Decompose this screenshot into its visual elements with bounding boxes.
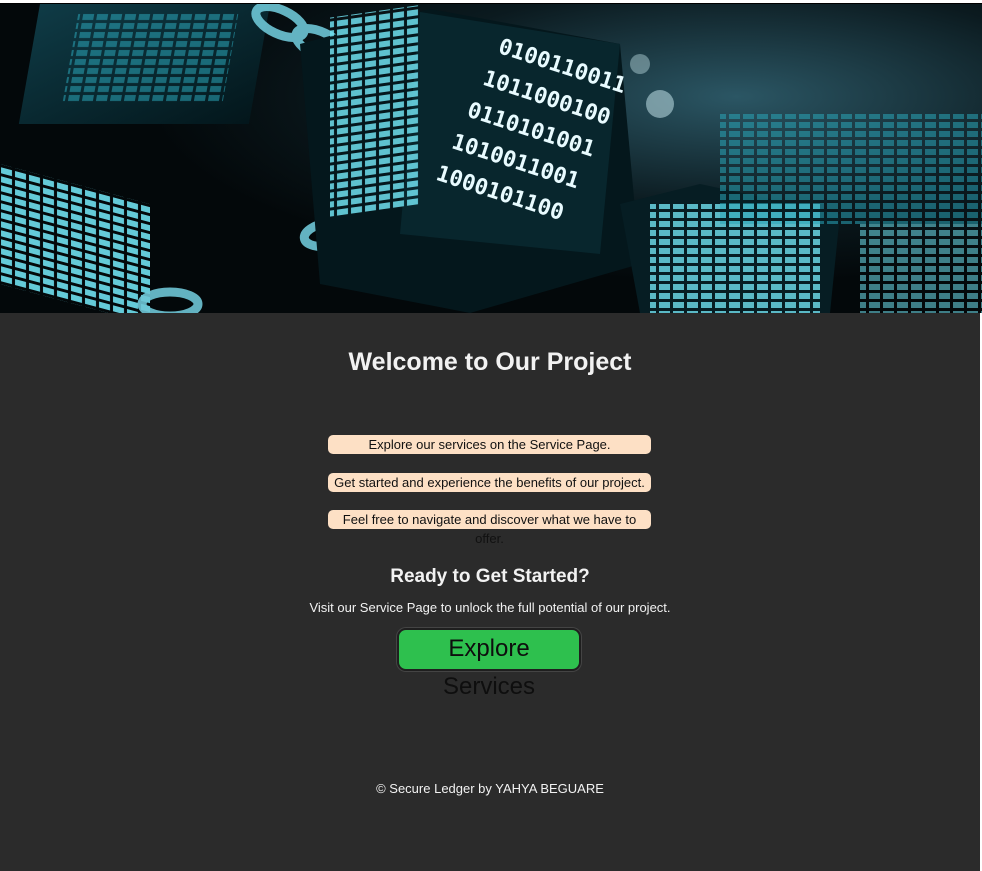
highlight-item: Get started and experience the benefits … — [328, 473, 651, 492]
highlight-item: Explore our services on the Service Page… — [328, 435, 651, 454]
cta-description: Visit our Service Page to unlock the ful… — [309, 600, 671, 615]
footer-copyright: © Secure Ledger by YAHYA BEGUARE — [376, 781, 604, 796]
hero-banner-image: 0100110011 1011000100 0110101001 1010011… — [0, 4, 982, 313]
highlight-item: Feel free to navigate and discover what … — [328, 510, 651, 546]
explore-services-button[interactable]: Explore Services — [397, 628, 581, 700]
page-title: Welcome to Our Project — [348, 348, 632, 376]
page: 0100110011 1011000100 0110101001 1010011… — [0, 0, 982, 871]
cta-heading: Ready to Get Started? — [390, 566, 590, 587]
